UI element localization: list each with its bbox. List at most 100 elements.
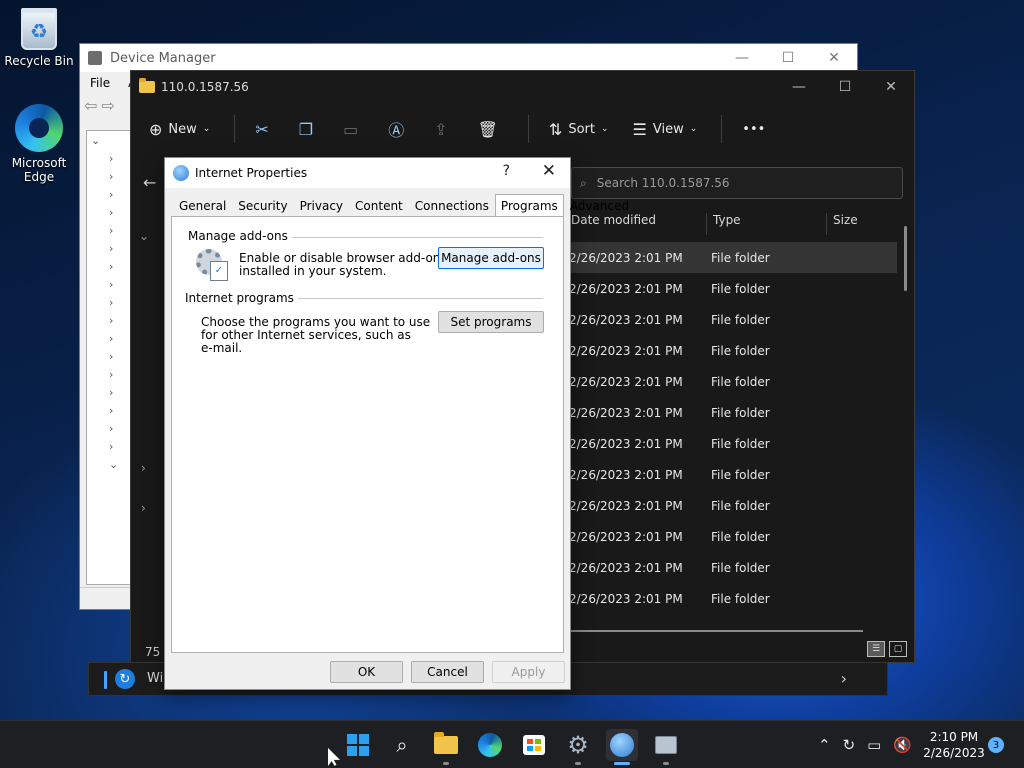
taskbar-clock[interactable]: 2:10 PM 2/26/2023 [920,729,988,761]
file-row[interactable]: 2/26/2023 2:01 PM File folder [569,304,897,335]
internet-globe-icon [610,733,634,757]
rename-button[interactable]: Ⓐ [388,117,410,141]
new-button[interactable]: ⊕ New ⌄ [149,120,210,139]
search-input[interactable]: Search 110.0.1587.56 [597,176,730,190]
chevron-right-icon[interactable]: › [841,669,847,688]
internet-properties-dialog[interactable]: Internet Properties ? ✕ General Security… [164,157,629,690]
file-row[interactable]: 2/26/2023 2:01 PM File folder [569,242,897,273]
cancel-button[interactable]: Cancel [411,661,484,683]
file-row-type: File folder [711,281,770,296]
chevron-right-icon[interactable]: › [141,461,146,475]
file-row[interactable]: 2/26/2023 2:01 PM File folder [569,490,897,521]
recycle-bin-icon [21,8,57,50]
horizontal-scrollbar[interactable] [571,630,863,632]
file-row[interactable]: 2/26/2023 2:01 PM File folder [569,459,897,490]
manage-addons-button[interactable]: Manage add-ons [438,247,544,269]
maximize-button[interactable]: ☐ [765,44,811,72]
column-type[interactable]: Type [707,213,827,235]
taskbar-store[interactable] [518,729,550,761]
file-row[interactable]: 2/26/2023 2:01 PM File folder [569,273,897,304]
volume-muted-icon[interactable]: 🔇 [893,736,912,754]
view-toggle: ☰ ▢ [867,641,907,657]
dialog-close-button[interactable]: ✕ [542,161,556,181]
vertical-scrollbar[interactable] [904,226,907,291]
file-row[interactable]: 2/26/2023 2:01 PM File folder [569,366,897,397]
back-arrow-icon[interactable]: ← [143,173,156,192]
network-icon[interactable]: ▭ [867,736,881,754]
dialog-title: Internet Properties [195,166,308,180]
taskbar-internet-properties[interactable] [606,729,638,765]
taskbar-file-explorer[interactable] [430,729,462,765]
minimize-button[interactable]: — [719,44,765,72]
recycle-bin-label: Recycle Bin [4,54,74,68]
tab-advanced[interactable]: Advanced [564,196,635,216]
file-row[interactable]: 2/26/2023 2:01 PM File folder [569,428,897,459]
file-row[interactable]: 2/26/2023 2:01 PM File folder [569,521,897,552]
file-row[interactable]: 2/26/2023 2:01 PM File folder [569,397,897,428]
update-icon[interactable]: ↻ [843,736,856,754]
close-button[interactable]: ✕ [868,71,914,103]
paste-icon: ▭ [343,119,359,139]
explorer-title: 110.0.1587.56 [161,80,249,94]
view-label: View [652,121,684,137]
chevron-up-icon[interactable]: ⌃ [818,736,831,754]
file-row-date: 2/26/2023 2:01 PM [569,374,683,389]
tab-security[interactable]: Security [232,196,293,216]
paste-button[interactable]: ▭ [343,120,364,139]
search-box[interactable]: ⌕ Search 110.0.1587.56 [571,167,903,199]
desktop-icon-recycle-bin[interactable]: Recycle Bin [1,8,77,68]
help-button[interactable]: ? [503,163,510,179]
file-row-date: 2/26/2023 2:01 PM [569,405,683,420]
back-arrow-icon[interactable]: ⇦ [84,96,97,115]
tab-content[interactable]: Content [349,196,409,216]
maximize-button[interactable]: ☐ [822,71,868,103]
details-view-icon[interactable]: ☰ [867,641,885,657]
cut-button[interactable]: ✂ [255,120,274,139]
tiles-view-icon[interactable]: ▢ [889,641,907,657]
file-row-type: File folder [711,498,770,513]
tab-general[interactable]: General [173,196,232,216]
desktop-icon-edge[interactable]: Microsoft Edge [1,104,77,184]
chevron-right-icon[interactable]: › [141,501,146,515]
apply-button[interactable]: Apply [492,661,565,683]
file-row-type: File folder [711,436,770,451]
close-button[interactable]: ✕ [811,44,857,72]
file-row-date: 2/26/2023 2:01 PM [569,591,683,606]
group-divider [272,237,543,238]
tab-programs[interactable]: Programs [494,194,564,216]
manage-addons-group-title: Manage add-ons [188,229,292,243]
column-size[interactable]: Size [827,213,897,235]
taskbar-edge[interactable] [474,729,506,761]
copy-button[interactable]: ❐ [299,120,319,139]
explorer-toolbar: ⊕ New ⌄ ✂ ❐ ▭ Ⓐ ⇪ 🗑 ⇅ Sort ⌄ ☰ View ⌄ ••… [131,107,914,151]
file-row[interactable]: 2/26/2023 2:01 PM File folder [569,583,897,614]
more-options-button[interactable]: ••• [742,122,765,137]
chevron-down-icon: ⌄ [202,124,211,134]
start-button[interactable] [342,729,374,761]
set-programs-button[interactable]: Set programs [438,311,544,333]
delete-button[interactable]: 🗑 [478,120,504,139]
chevron-down-icon: ⌄ [600,124,609,134]
dialog-tabs: General Security Privacy Content Connect… [173,194,635,217]
gear-icon: ⚙ [567,731,589,759]
tab-connections[interactable]: Connections [409,196,495,216]
file-row-date: 2/26/2023 2:01 PM [569,436,683,451]
forward-arrow-icon[interactable]: ⇨ [101,96,114,115]
file-row[interactable]: 2/26/2023 2:01 PM File folder [569,552,897,583]
chevron-down-icon[interactable]: ⌄ [139,229,149,243]
tab-privacy[interactable]: Privacy [294,196,349,216]
sort-button[interactable]: ⇅ Sort ⌄ [549,120,609,139]
notification-badge[interactable]: 3 [988,737,1004,753]
toolbar-divider [721,115,723,143]
share-button[interactable]: ⇪ [434,120,453,139]
menu-file[interactable]: File [90,76,110,90]
taskbar-device-manager[interactable] [650,729,682,765]
internet-programs-description-line3: e-mail. [201,341,243,355]
minimize-button[interactable]: — [776,71,822,103]
taskbar-settings[interactable]: ⚙ [562,729,594,765]
ok-button[interactable]: OK [330,661,403,683]
taskbar-search-button[interactable]: ⌕ [386,729,418,761]
file-row[interactable]: 2/26/2023 2:01 PM File folder [569,335,897,366]
view-button[interactable]: ☰ View ⌄ [633,120,698,139]
file-list: 2/26/2023 2:01 PM File folder 2/26/2023 2… [569,242,897,614]
